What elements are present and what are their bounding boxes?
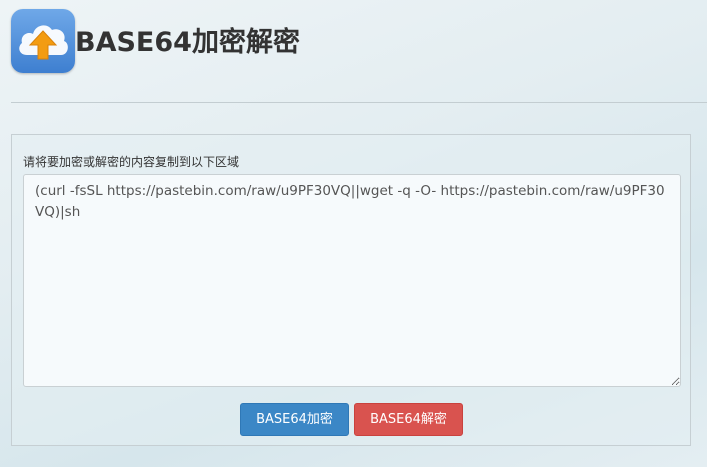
encrypt-button[interactable]: BASE64加密 [240, 403, 349, 436]
header-divider [11, 102, 707, 103]
form-panel: 请将要加密或解密的内容复制到以下区域 (curl -fsSL https://p… [11, 134, 691, 446]
cloud-upload-icon [11, 9, 75, 73]
page-header: BASE64加密解密 [0, 0, 707, 103]
page-title: BASE64加密解密 [75, 27, 300, 58]
content-textarea[interactable]: (curl -fsSL https://pastebin.com/raw/u9P… [23, 174, 681, 387]
decrypt-button[interactable]: BASE64解密 [354, 403, 463, 436]
content-label: 请将要加密或解密的内容复制到以下区域 [23, 155, 240, 169]
